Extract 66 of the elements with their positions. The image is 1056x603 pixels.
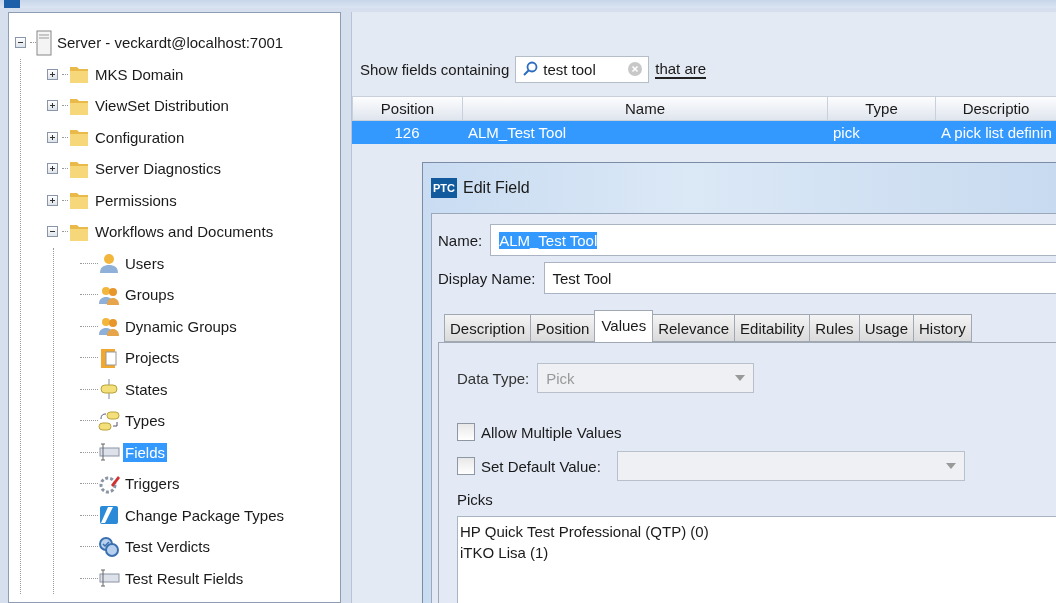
tree-item[interactable]: Projects [123,348,182,368]
column-header[interactable]: Position [352,97,462,120]
table-cell-text: 126 [393,123,421,143]
tree-item[interactable]: Test Verdicts [123,537,213,557]
checkbox-label: Set Default Value: [481,457,601,475]
column-header[interactable]: Descriptio [935,97,1056,120]
list-item[interactable]: HP Quick Test Professional (QTP) (0) [460,521,1056,542]
column-header[interactable]: Type [827,97,935,120]
state-icon [98,378,120,401]
tree-item[interactable]: Permissions [93,190,179,210]
checkbox-label: Allow Multiple Values [481,423,622,441]
tree-item[interactable]: Server Diagnostics [93,159,223,179]
field-icon [98,567,120,590]
expander-icon[interactable] [47,194,58,206]
tab[interactable]: Position [530,314,596,342]
tree-item[interactable]: Triggers [123,474,182,494]
tab[interactable]: History [913,314,972,342]
tree-item[interactable]: ViewSet Distribution [93,96,231,116]
tab[interactable]: Editability [734,314,811,342]
tree-item[interactable]: MKS Domain [93,64,186,84]
table-cell-text: A pick list definin [940,123,1053,143]
expander-icon[interactable] [47,68,58,80]
display-name-field[interactable]: Test Tool [543,262,1056,294]
app-logo: PTC [431,178,457,198]
package-icon [98,504,120,527]
list-item[interactable]: iTKO Lisa (1) [460,542,1056,563]
expander-icon[interactable] [47,131,58,143]
user-icon [98,252,120,275]
expander-icon[interactable] [47,163,58,175]
tab[interactable]: Relevance [652,314,736,342]
tree-item[interactable]: Workflows and Documents [93,222,276,242]
qualifier-dropdown[interactable]: that are [655,59,707,79]
search-icon [522,61,539,77]
tab[interactable]: Description [444,314,532,342]
column-header[interactable]: Name [462,97,827,120]
field-label: Display Name: [438,269,536,287]
verdict-icon [98,535,120,558]
field-icon [98,441,120,464]
expander-icon[interactable] [47,226,58,238]
tree-item[interactable]: States [123,379,170,399]
field-label: Data Type: [457,369,530,387]
search-field[interactable]: test tool [515,55,650,83]
tree-item[interactable]: Types [123,411,168,431]
table-cell-text: pick [832,123,861,143]
filter-label: Show fields containing [360,60,510,78]
checkbox[interactable] [457,423,475,441]
tree-item[interactable]: Users [123,253,167,273]
expander-icon[interactable] [47,100,58,112]
tree-item[interactable]: Server - veckardt@localhost:7001 [55,33,286,53]
app-icon [4,0,20,8]
dialog-title: Edit Field [463,179,530,197]
expander-icon[interactable] [15,37,26,49]
document-icon [98,346,120,369]
group-icon [98,315,120,338]
picks-label: Picks [457,491,494,508]
table-cell-text: ALM_Test Tool [467,123,568,143]
tree-item[interactable]: Configuration [93,127,187,147]
tab[interactable]: Usage [858,314,914,342]
field-label: Name: [438,231,483,249]
tree-item[interactable]: Groups [123,285,177,305]
types-icon [98,409,120,432]
tab[interactable]: Rules [809,314,860,342]
tree-item[interactable]: Dynamic Groups [123,316,239,336]
tree-item[interactable]: Test Result Fields [123,568,246,588]
tab[interactable]: Values [594,310,654,342]
tree-item[interactable]: Change Package Types [123,505,286,525]
